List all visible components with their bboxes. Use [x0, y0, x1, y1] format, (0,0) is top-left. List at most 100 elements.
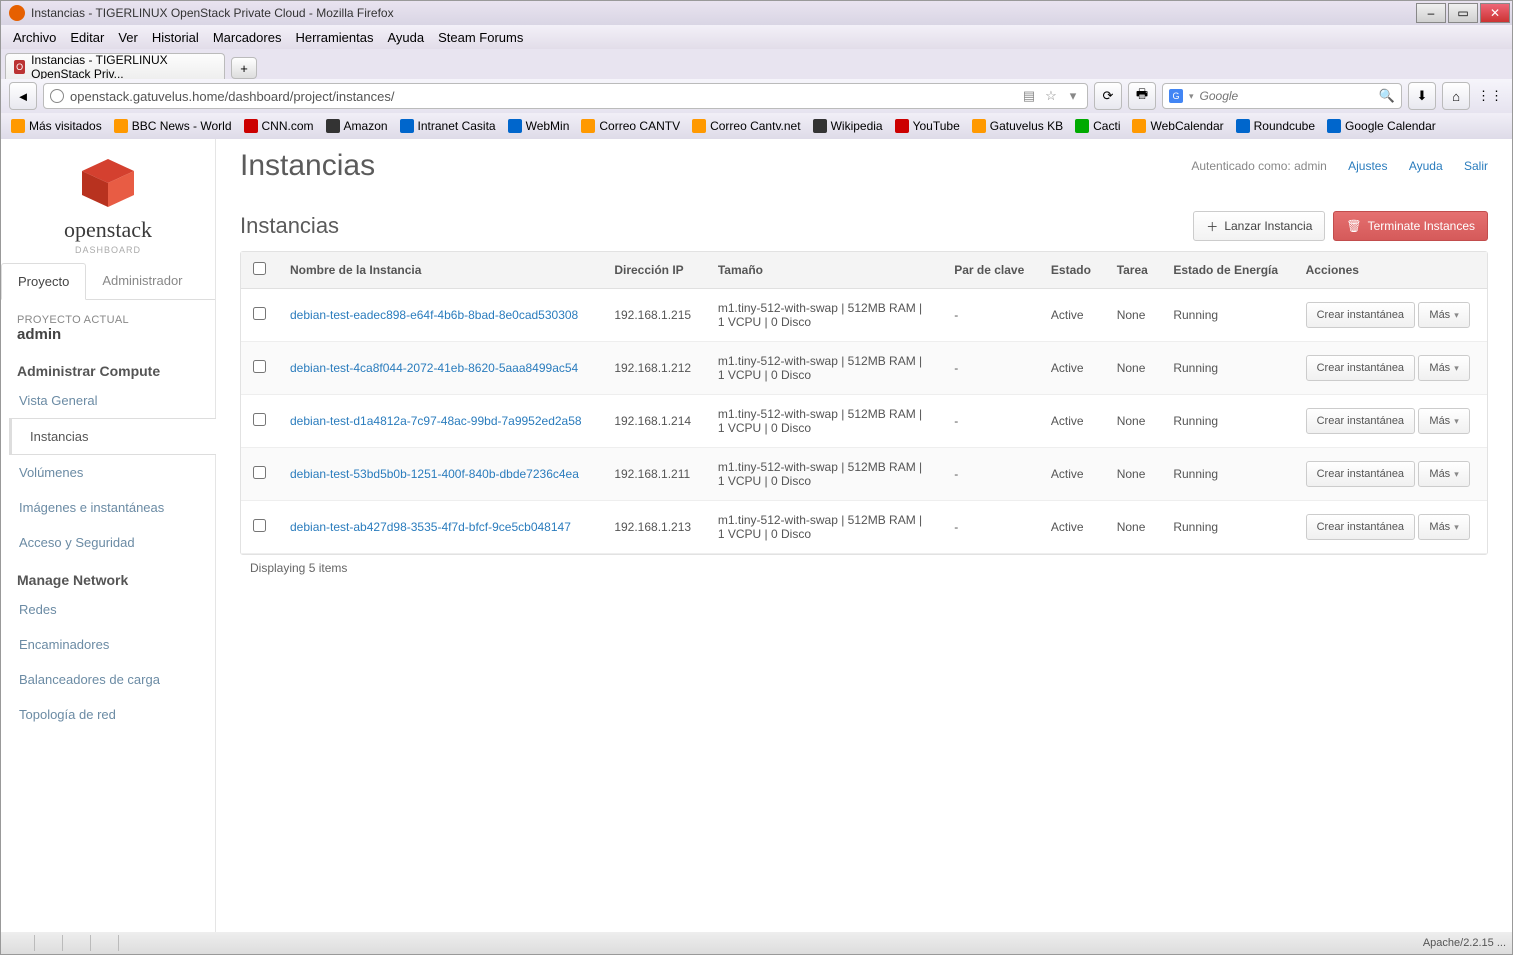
bookmark-item[interactable]: Intranet Casita [396, 117, 500, 135]
row-checkbox[interactable] [253, 466, 266, 479]
close-button[interactable]: ✕ [1480, 3, 1510, 23]
search-input[interactable] [1200, 89, 1373, 103]
bookmark-item[interactable]: Wikipedia [809, 117, 887, 135]
menu-herramientas[interactable]: Herramientas [289, 28, 379, 47]
row-checkbox[interactable] [253, 519, 266, 532]
dropdown-icon[interactable]: ▾ [1065, 88, 1081, 104]
cell-keypair: - [942, 289, 1039, 342]
downloads-button[interactable]: ⬇ [1408, 82, 1436, 110]
new-tab-button[interactable]: + [231, 57, 257, 79]
row-checkbox[interactable] [253, 413, 266, 426]
reload-button[interactable]: ⟳ [1094, 82, 1122, 110]
bookmark-item[interactable]: Roundcube [1232, 117, 1319, 135]
instance-link[interactable]: debian-test-4ca8f044-2072-41eb-8620-5aaa… [290, 361, 578, 375]
more-button[interactable]: Más▾ [1418, 408, 1469, 434]
instance-link[interactable]: debian-test-d1a4812a-7c97-48ac-99bd-7a99… [290, 414, 582, 428]
menu-editar[interactable]: Editar [64, 28, 110, 47]
menu-archivo[interactable]: Archivo [7, 28, 62, 47]
search-dropdown-icon[interactable]: ▾ [1189, 91, 1194, 102]
bookmark-item[interactable]: Gatuvelus KB [968, 117, 1067, 135]
link-ayuda[interactable]: Ayuda [1409, 159, 1443, 173]
link-ajustes[interactable]: Ajustes [1348, 159, 1387, 173]
bookmark-star-icon[interactable]: ☆ [1043, 88, 1059, 104]
col-name[interactable]: Nombre de la Instancia [278, 252, 602, 289]
snapshot-button[interactable]: Crear instantánea [1306, 408, 1415, 434]
google-icon: G [1169, 89, 1183, 103]
more-button[interactable]: Más▾ [1418, 355, 1469, 381]
menu-ver[interactable]: Ver [112, 28, 144, 47]
more-button[interactable]: Más▾ [1418, 302, 1469, 328]
link-salir[interactable]: Salir [1464, 159, 1488, 173]
col-state[interactable]: Estado [1039, 252, 1105, 289]
sidebar-item-redes[interactable]: Redes [1, 592, 215, 627]
maximize-button[interactable]: ▭ [1448, 3, 1478, 23]
launch-instance-button[interactable]: ＋ Lanzar Instancia [1193, 211, 1325, 241]
bookmark-icon [692, 119, 706, 133]
bookmark-item[interactable]: Amazon [322, 117, 392, 135]
table-row: debian-test-ab427d98-3535-4f7d-bfcf-9ce5… [241, 501, 1487, 554]
menu-marcadores[interactable]: Marcadores [207, 28, 288, 47]
search-box[interactable]: G ▾ 🔍 [1162, 83, 1402, 109]
menu-steam-forums[interactable]: Steam Forums [432, 28, 529, 47]
select-all-checkbox[interactable] [253, 262, 266, 275]
more-button[interactable]: Más▾ [1418, 461, 1469, 487]
bookmark-item[interactable]: CNN.com [240, 117, 318, 135]
status-icon[interactable]: ⋮⋮ [1476, 82, 1504, 110]
col-ip[interactable]: Dirección IP [602, 252, 706, 289]
sidebar-item-balanceadores[interactable]: Balanceadores de carga [1, 662, 215, 697]
sidebar-item-instancias[interactable]: Instancias [9, 418, 216, 455]
home-button[interactable]: ⌂ [1442, 82, 1470, 110]
bookmark-item[interactable]: Google Calendar [1323, 117, 1440, 135]
window-titlebar[interactable]: Instancias - TIGERLINUX OpenStack Privat… [1, 1, 1512, 25]
menu-historial[interactable]: Historial [146, 28, 205, 47]
col-task[interactable]: Tarea [1105, 252, 1162, 289]
snapshot-button[interactable]: Crear instantánea [1306, 514, 1415, 540]
snapshot-button[interactable]: Crear instantánea [1306, 302, 1415, 328]
bookmark-item[interactable]: WebMin [504, 117, 574, 135]
cell-ip: 192.168.1.214 [602, 395, 706, 448]
cell-size: m1.tiny-512-with-swap | 512MB RAM | 1 VC… [706, 289, 942, 342]
plus-icon: ＋ [1206, 218, 1218, 235]
sidebar-tab-administrador[interactable]: Administrador [86, 263, 198, 299]
search-icon[interactable]: 🔍 [1379, 88, 1395, 104]
nav-toolbar: ◄ openstack.gatuvelus.home/dashboard/pro… [1, 79, 1512, 113]
bookmark-item[interactable]: WebCalendar [1128, 117, 1227, 135]
logo: openstack DASHBOARD [1, 139, 215, 263]
trash-icon: 🗑 [1346, 219, 1361, 233]
sidebar-item-topologia[interactable]: Topología de red [1, 697, 215, 732]
bookmark-item[interactable]: Más visitados [7, 117, 106, 135]
col-power[interactable]: Estado de Energía [1161, 252, 1293, 289]
instance-link[interactable]: debian-test-53bd5b0b-1251-400f-840b-dbde… [290, 467, 579, 481]
cell-size: m1.tiny-512-with-swap | 512MB RAM | 1 VC… [706, 395, 942, 448]
bookmark-item[interactable]: Cacti [1071, 117, 1124, 135]
col-size[interactable]: Tamaño [706, 252, 942, 289]
print-button[interactable]: 🖶 [1128, 82, 1156, 110]
bookmark-item[interactable]: YouTube [891, 117, 964, 135]
sidebar-item-volumenes[interactable]: Volúmenes [1, 455, 215, 490]
sidebar-item-encaminadores[interactable]: Encaminadores [1, 627, 215, 662]
row-checkbox[interactable] [253, 307, 266, 320]
instance-link[interactable]: debian-test-eadec898-e64f-4b6b-8bad-8e0c… [290, 308, 578, 322]
url-bar[interactable]: openstack.gatuvelus.home/dashboard/proje… [43, 83, 1088, 109]
reader-icon[interactable]: ▤ [1021, 88, 1037, 104]
menu-ayuda[interactable]: Ayuda [381, 28, 430, 47]
back-button[interactable]: ◄ [9, 82, 37, 110]
col-keypair[interactable]: Par de clave [942, 252, 1039, 289]
browser-tab[interactable]: O Instancias - TIGERLINUX OpenStack Priv… [5, 53, 225, 79]
row-checkbox[interactable] [253, 360, 266, 373]
bookmark-item[interactable]: Correo CANTV [577, 117, 684, 135]
cell-state: Active [1039, 289, 1105, 342]
snapshot-button[interactable]: Crear instantánea [1306, 461, 1415, 487]
sidebar-item-imagenes[interactable]: Imágenes e instantáneas [1, 490, 215, 525]
terminate-instances-button[interactable]: 🗑 Terminate Instances [1333, 211, 1488, 241]
bookmark-item[interactable]: Correo Cantv.net [688, 117, 805, 135]
cell-task: None [1105, 501, 1162, 554]
snapshot-button[interactable]: Crear instantánea [1306, 355, 1415, 381]
sidebar-item-vista-general[interactable]: Vista General [1, 383, 215, 418]
sidebar-item-acceso[interactable]: Acceso y Seguridad [1, 525, 215, 560]
more-button[interactable]: Más▾ [1418, 514, 1469, 540]
instance-link[interactable]: debian-test-ab427d98-3535-4f7d-bfcf-9ce5… [290, 520, 571, 534]
minimize-button[interactable]: – [1416, 3, 1446, 23]
bookmark-item[interactable]: BBC News - World [110, 117, 236, 135]
sidebar-tab-proyecto[interactable]: Proyecto [1, 263, 86, 300]
